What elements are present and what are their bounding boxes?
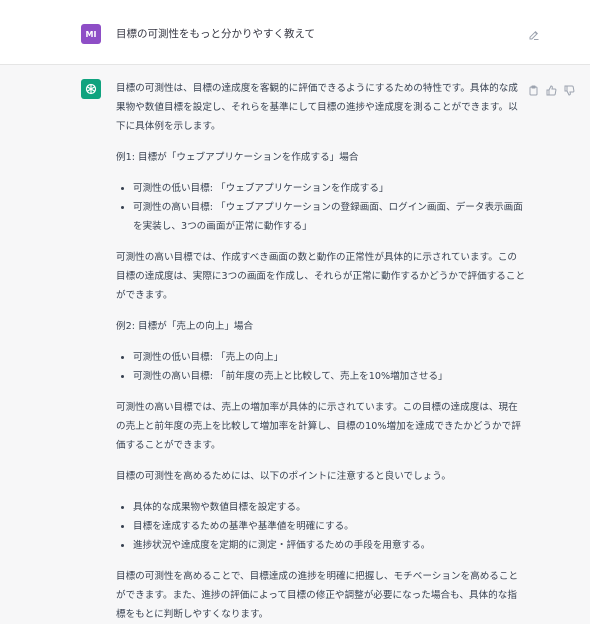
user-message-text: 目標の可測性をもっと分かりやすく教えて [116, 28, 315, 40]
example-2-list: 可測性の低い目標: 「売上の向上」 可測性の高い目標: 「前年度の売上と比較して… [116, 348, 526, 386]
message-actions [528, 81, 575, 96]
points-intro: 目標の可測性を高めるためには、以下のポイントに注意すると良いでしょう。 [116, 471, 451, 482]
clipboard-icon[interactable] [528, 81, 539, 96]
thumbs-down-icon[interactable] [564, 81, 575, 96]
user-avatar: MI [81, 24, 101, 44]
assistant-message-row: 目標の可測性は、目標の達成度を客観的に評価できるようにするための特性です。具体的… [0, 65, 590, 624]
list-item: 目標を達成するための基準や基準値を明確にする。 [133, 517, 526, 536]
points-list: 具体的な成果物や数値目標を設定する。 目標を達成するための基準や基準値を明確にす… [116, 498, 526, 555]
list-item: 可測性の高い目標: 「前年度の売上と比較して、売上を10%増加させる」 [133, 367, 526, 386]
list-item: 可測性の低い目標: 「ウェブアプリケーションを作成する」 [133, 179, 526, 198]
edit-icon[interactable] [528, 26, 540, 40]
user-message-row: MI 目標の可測性をもっと分かりやすく教えて [0, 0, 590, 65]
example-2-note: 可測性の高い目標では、売上の増加率が具体的に示されています。この目標の達成度は、… [116, 402, 521, 451]
example-2-title: 例2: 目標が「売上の向上」場合 [116, 321, 254, 332]
thumbs-up-icon[interactable] [546, 81, 557, 96]
assistant-message-content: 目標の可測性は、目標の達成度を客観的に評価できるようにするための特性です。具体的… [116, 79, 526, 624]
openai-logo-icon [81, 79, 101, 99]
example-1-note: 可測性の高い目標では、作成すべき画面の数と動作の正常性が具体的に示されています。… [116, 252, 526, 301]
example-1-title: 例1: 目標が「ウェブアプリケーションを作成する」場合 [116, 152, 359, 163]
list-item: 可測性の高い目標: 「ウェブアプリケーションの登録画面、ログイン画面、データ表示… [133, 198, 526, 236]
list-item: 進捗状況や達成度を定期的に測定・評価するための手段を用意する。 [133, 536, 526, 555]
example-1-list: 可測性の低い目標: 「ウェブアプリケーションを作成する」 可測性の高い目標: 「… [116, 179, 526, 236]
list-item: 具体的な成果物や数値目標を設定する。 [133, 498, 526, 517]
list-item: 可測性の低い目標: 「売上の向上」 [133, 348, 526, 367]
intro-paragraph: 目標の可測性は、目標の達成度を客観的に評価できるようにするための特性です。具体的… [116, 83, 518, 132]
